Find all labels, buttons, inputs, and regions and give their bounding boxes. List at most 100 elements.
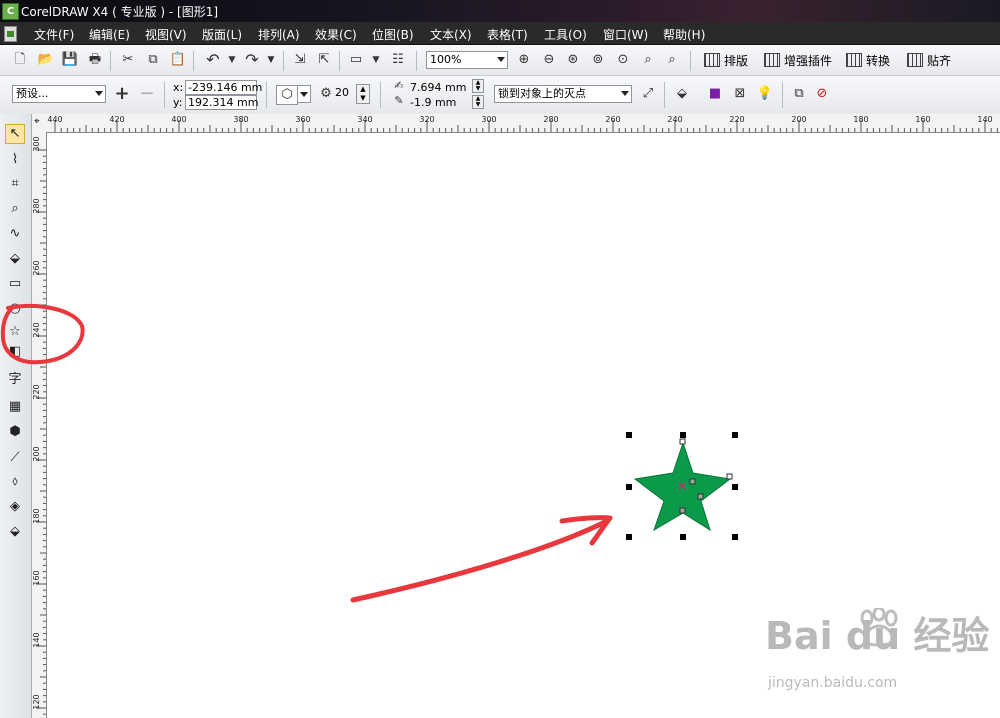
crop-tool-icon[interactable]: ⌗ [5,174,25,194]
snap-mode-select[interactable]: 锁到对象上的灭点 [494,85,632,103]
enhance-plugin-button[interactable]: 增强插件 [764,51,832,71]
interactive-fill-tool-icon[interactable]: ⬙ [5,522,25,542]
smart-fill-tool-icon[interactable]: ⬙ [5,249,25,269]
snap-mode-value: 锁到对象上的灭点 [498,87,586,100]
pick-tool-icon[interactable]: ↖ [5,124,25,144]
save-icon[interactable]: 💾 [60,50,80,70]
copy-extrude-icon[interactable]: ⧉ [789,84,809,104]
import-icon[interactable]: ⇲ [290,50,310,70]
new-document-icon[interactable]: 🗋 [10,50,30,70]
menu-window[interactable]: 窗口(W) [603,26,648,43]
ruler-label: 440 [47,115,63,124]
node-handle[interactable] [697,493,704,500]
ruler-label: 340 [357,115,373,124]
separator [193,51,194,71]
clear-extrude-icon[interactable]: ⊘ [812,84,832,104]
menu-bitmaps[interactable]: 位图(B) [372,26,414,43]
fill-tool-icon[interactable]: ◈ [5,497,25,517]
zoom-page-icon[interactable]: ⊙ [613,50,633,70]
menu-edit[interactable]: 编辑(E) [89,26,130,43]
sharpness-field[interactable]: 7.694 mm [407,80,469,95]
grid-icon [907,53,923,67]
menu-view[interactable]: 视图(V) [145,26,187,43]
zoom-height-icon[interactable]: ⌕ [662,50,682,70]
copy-icon[interactable]: ⧉ [143,50,163,70]
copy-vanishing-point-icon[interactable]: ⤢ [638,84,658,104]
table-tool-icon[interactable]: ▦ [5,397,25,417]
zoom-levels-select[interactable]: 100% [426,51,508,69]
menu-arrange[interactable]: 排列(A) [258,26,300,43]
ruler-label: 300 [32,136,41,152]
layout-plugin-button[interactable]: 排版 [704,51,748,71]
menu-layout[interactable]: 版面(L) [202,26,242,43]
application-launcher-icon[interactable]: ▭ [346,50,366,70]
export-icon[interactable]: ⇱ [314,50,334,70]
chevron-down-icon [300,92,308,97]
menu-help[interactable]: 帮助(H) [663,26,705,43]
add-preset-icon[interactable]: + [112,84,132,104]
print-icon[interactable]: 🖶 [85,50,105,70]
extrusion-rotation-icon[interactable]: ⬙ [672,84,692,104]
ruler-label: 420 [109,115,125,124]
y-label: y: [173,96,183,109]
node-handle[interactable] [679,507,686,514]
extrusion-bevel-icon[interactable]: ⊠ [730,84,750,104]
ruler-label: 320 [419,115,435,124]
document-icon[interactable] [4,26,17,42]
node-handle[interactable] [679,438,686,445]
redo-dropdown-icon[interactable]: ▼ [261,50,281,70]
snap-plugin-button[interactable]: 贴齐 [907,51,951,71]
paste-icon[interactable]: 📋 [168,50,188,70]
welcome-screen-icon[interactable]: ☷ [388,50,408,70]
sharpness-spinner[interactable]: ▲ ▼ [472,79,484,93]
ruler-label: 260 [32,260,41,276]
menu-file[interactable]: 文件(F) [34,26,74,43]
x-position-field[interactable]: -239.146 mm [185,80,262,95]
launcher-dropdown-icon[interactable]: ▼ [366,50,386,70]
extrusion-color-icon[interactable]: ■ [705,84,725,104]
zoom-width-icon[interactable]: ⌕ [638,50,658,70]
menu-effects[interactable]: 效果(C) [315,26,357,43]
star-points-field[interactable]: 20 [333,86,355,101]
node-handle[interactable] [689,478,696,485]
zoom-tool-icon[interactable]: ⌕ [5,199,25,219]
rectangle-tool-icon[interactable]: ▭ [5,274,25,294]
convert-plugin-button[interactable]: 转换 [846,51,890,71]
undo-icon[interactable]: ↶ [203,50,223,70]
preset-select[interactable]: 预设... [12,85,106,103]
ruler-label: 200 [32,446,41,462]
zoom-in-icon[interactable]: ⊕ [514,50,534,70]
points-spinner[interactable]: ▲ ▼ [356,84,370,104]
lighting-icon[interactable]: 💡 [755,84,775,104]
outline-width-field[interactable]: -1.9 mm [407,95,469,110]
preset-value: 预设... [16,87,49,100]
interactive-blend-tool-icon[interactable]: ⬢ [5,422,25,442]
ruler-origin[interactable]: ⌖ [32,114,46,132]
outline-spinner[interactable]: ▲ ▼ [472,95,484,109]
undo-dropdown-icon[interactable]: ▼ [222,50,242,70]
ruler-label: 360 [295,115,311,124]
freehand-tool-icon[interactable]: ∿ [5,224,25,244]
separator [164,82,165,108]
menu-table[interactable]: 表格(T) [487,26,528,43]
watermark-brand: Bai du 经验 [765,614,990,658]
node-handle[interactable] [726,473,733,480]
eyedropper-tool-icon[interactable]: ⟋ [5,448,25,468]
zoom-selected-icon[interactable]: ⊛ [563,50,583,70]
text-tool-icon[interactable]: 字 [5,370,25,390]
polygon-star-icon[interactable]: ⬡ [276,85,298,105]
shape-type-dropdown[interactable] [297,85,311,103]
open-icon[interactable]: 📂 [36,50,56,70]
remove-preset-icon[interactable]: − [137,84,157,104]
redo-icon[interactable]: ↷ [242,50,262,70]
horizontal-ruler[interactable]: 440 420 400 380 360 340 320 300 280 260 240 220 200 1… [32,114,1000,133]
zoom-out-icon[interactable]: ⊖ [539,50,559,70]
shape-tool-icon[interactable]: ⌇ [5,150,25,170]
vertical-ruler[interactable]: 300 280 260 240 220 200 180 160 140 120 [32,132,47,718]
menu-tools[interactable]: 工具(O) [544,26,587,43]
zoom-all-objects-icon[interactable]: ⊚ [588,50,608,70]
cut-icon[interactable]: ✂ [118,50,138,70]
menu-text[interactable]: 文本(X) [430,26,472,43]
outline-tool-icon[interactable]: ⬨ [5,472,25,492]
y-position-field[interactable]: 192.314 mm [185,95,258,110]
